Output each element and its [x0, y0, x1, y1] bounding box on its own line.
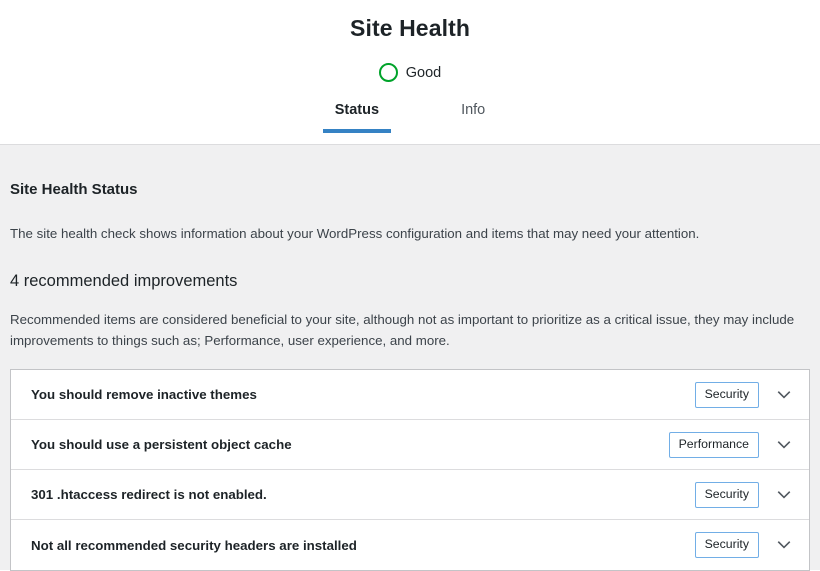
- page-title: Site Health: [350, 15, 470, 41]
- issues-accordion: You should remove inactive themes Securi…: [10, 369, 810, 571]
- section-title: Site Health Status: [10, 181, 138, 198]
- section-description: The site health check shows information …: [10, 226, 700, 241]
- tab-navigation: Status Info: [0, 102, 820, 134]
- tab-status[interactable]: Status: [322, 102, 392, 134]
- table-row[interactable]: Not all recommended security headers are…: [11, 520, 809, 571]
- status-badge: Performance: [668, 431, 759, 458]
- chevron-down-icon[interactable]: [773, 384, 795, 406]
- issue-title: You should remove inactive themes: [31, 387, 257, 403]
- improvements-description: Recommended items are considered benefic…: [10, 311, 795, 348]
- status-label: Good: [405, 64, 442, 81]
- status-ring-icon: [378, 63, 398, 82]
- tab-info[interactable]: Info: [449, 102, 497, 133]
- issue-title: Not all recommended security headers are…: [31, 537, 357, 553]
- issue-title: 301 .htaccess redirect is not enabled.: [31, 487, 267, 503]
- site-health-status-indicator: Good: [0, 63, 820, 82]
- chevron-down-icon[interactable]: [773, 434, 795, 456]
- table-row[interactable]: 301 .htaccess redirect is not enabled. S…: [11, 470, 809, 521]
- status-badge: Security: [694, 532, 759, 559]
- main-content: Site Health Status The site health check…: [0, 145, 820, 571]
- status-badge: Security: [694, 481, 759, 508]
- page-header: Site Health Good Status Info: [0, 0, 820, 145]
- table-row[interactable]: You should remove inactive themes Securi…: [11, 370, 809, 421]
- status-badge: Security: [694, 381, 759, 408]
- table-row[interactable]: You should use a persistent object cache…: [11, 420, 809, 471]
- improvements-title: 4 recommended improvements: [10, 271, 238, 290]
- issue-title: You should use a persistent object cache: [31, 437, 292, 453]
- tab-info-label: Info: [461, 102, 486, 118]
- chevron-down-icon[interactable]: [773, 534, 795, 556]
- tab-status-label: Status: [334, 102, 380, 118]
- chevron-down-icon[interactable]: [773, 484, 795, 506]
